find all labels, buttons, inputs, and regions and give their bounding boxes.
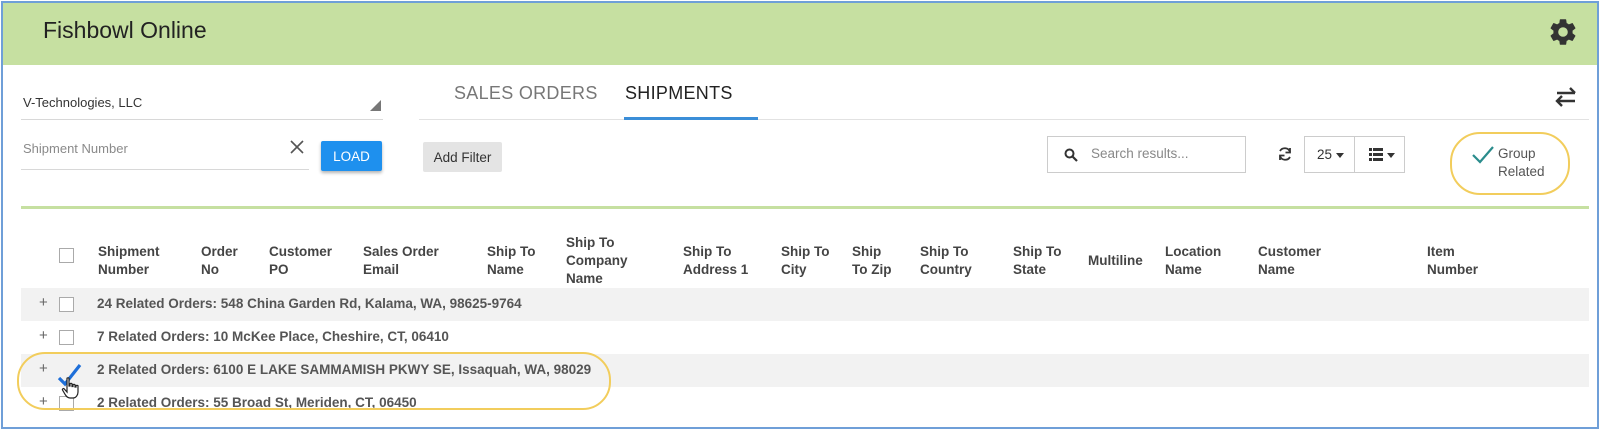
- tab-shipments[interactable]: SHIPMENTS: [625, 83, 733, 104]
- app-window: Fishbowl Online V-Technologies, LLC LOAD…: [1, 1, 1599, 429]
- column-header[interactable]: Ship To City: [781, 243, 831, 279]
- table-row[interactable]: + 24 Related Orders: 548 China Garden Rd…: [21, 288, 1589, 321]
- dropdown-corner-icon: [370, 100, 381, 111]
- column-header[interactable]: Ship To Address 1: [683, 243, 763, 279]
- swap-icon[interactable]: [1553, 87, 1579, 107]
- expand-icon[interactable]: +: [39, 327, 48, 344]
- hand-cursor-icon: [61, 377, 79, 399]
- row-checkbox[interactable]: [59, 297, 74, 312]
- chevron-down-icon: [1387, 153, 1395, 158]
- column-header[interactable]: Order No: [201, 243, 251, 279]
- column-header[interactable]: Sales Order Email: [363, 243, 455, 279]
- column-chooser-button[interactable]: [1354, 136, 1405, 173]
- search-icon: [1064, 148, 1078, 162]
- column-header[interactable]: Customer Name: [1258, 243, 1328, 279]
- column-header[interactable]: Ship To State: [1013, 243, 1063, 279]
- active-tab-indicator: [624, 117, 758, 120]
- expand-icon[interactable]: +: [39, 294, 48, 311]
- table-row[interactable]: + 7 Related Orders: 10 McKee Place, Ches…: [21, 321, 1589, 354]
- list-icon: [1369, 148, 1383, 161]
- shipment-number-input[interactable]: [23, 141, 263, 156]
- add-filter-button[interactable]: Add Filter: [423, 142, 502, 172]
- group-related-toggle[interactable]: Group Related: [1450, 132, 1570, 195]
- check-icon: [1472, 146, 1494, 164]
- column-header[interactable]: Item Number: [1427, 243, 1487, 279]
- column-header[interactable]: Ship To Name: [487, 243, 547, 279]
- column-header[interactable]: Location Name: [1165, 243, 1229, 279]
- close-icon[interactable]: [289, 139, 305, 155]
- grid-top-rule: [21, 206, 1589, 209]
- column-header[interactable]: Ship To Country: [920, 243, 982, 279]
- company-select-value: V-Technologies, LLC: [23, 95, 143, 110]
- page-size-value: 25: [1317, 147, 1333, 162]
- column-header[interactable]: Ship To Zip: [852, 243, 897, 279]
- load-button[interactable]: LOAD: [321, 141, 382, 171]
- group-related-label: Group Related: [1498, 146, 1545, 179]
- chevron-down-icon: [1336, 153, 1344, 158]
- top-bar: Fishbowl Online: [3, 3, 1597, 65]
- page-size-select[interactable]: 25: [1304, 136, 1355, 173]
- row-checkbox[interactable]: [59, 330, 74, 345]
- column-header[interactable]: Shipment Number: [98, 243, 188, 279]
- refresh-icon[interactable]: [1277, 146, 1293, 162]
- group-label: 7 Related Orders: 10 McKee Place, Cheshi…: [97, 329, 449, 344]
- tabs-divider: [419, 119, 1589, 120]
- column-header[interactable]: Multiline: [1088, 252, 1158, 270]
- column-header[interactable]: Ship To Company Name: [566, 234, 638, 288]
- select-all-checkbox[interactable]: [59, 248, 74, 263]
- gear-icon[interactable]: [1547, 16, 1579, 48]
- company-select[interactable]: V-Technologies, LLC: [21, 91, 383, 120]
- group-label: 24 Related Orders: 548 China Garden Rd, …: [97, 296, 522, 311]
- app-title: Fishbowl Online: [43, 17, 207, 43]
- search-input[interactable]: [1091, 146, 1231, 161]
- search-box[interactable]: [1047, 136, 1246, 173]
- tab-sales-orders[interactable]: SALES ORDERS: [454, 83, 598, 104]
- shipment-number-field[interactable]: [21, 137, 309, 170]
- row-highlight-annotation: [17, 352, 611, 410]
- column-header[interactable]: Customer PO: [269, 243, 349, 279]
